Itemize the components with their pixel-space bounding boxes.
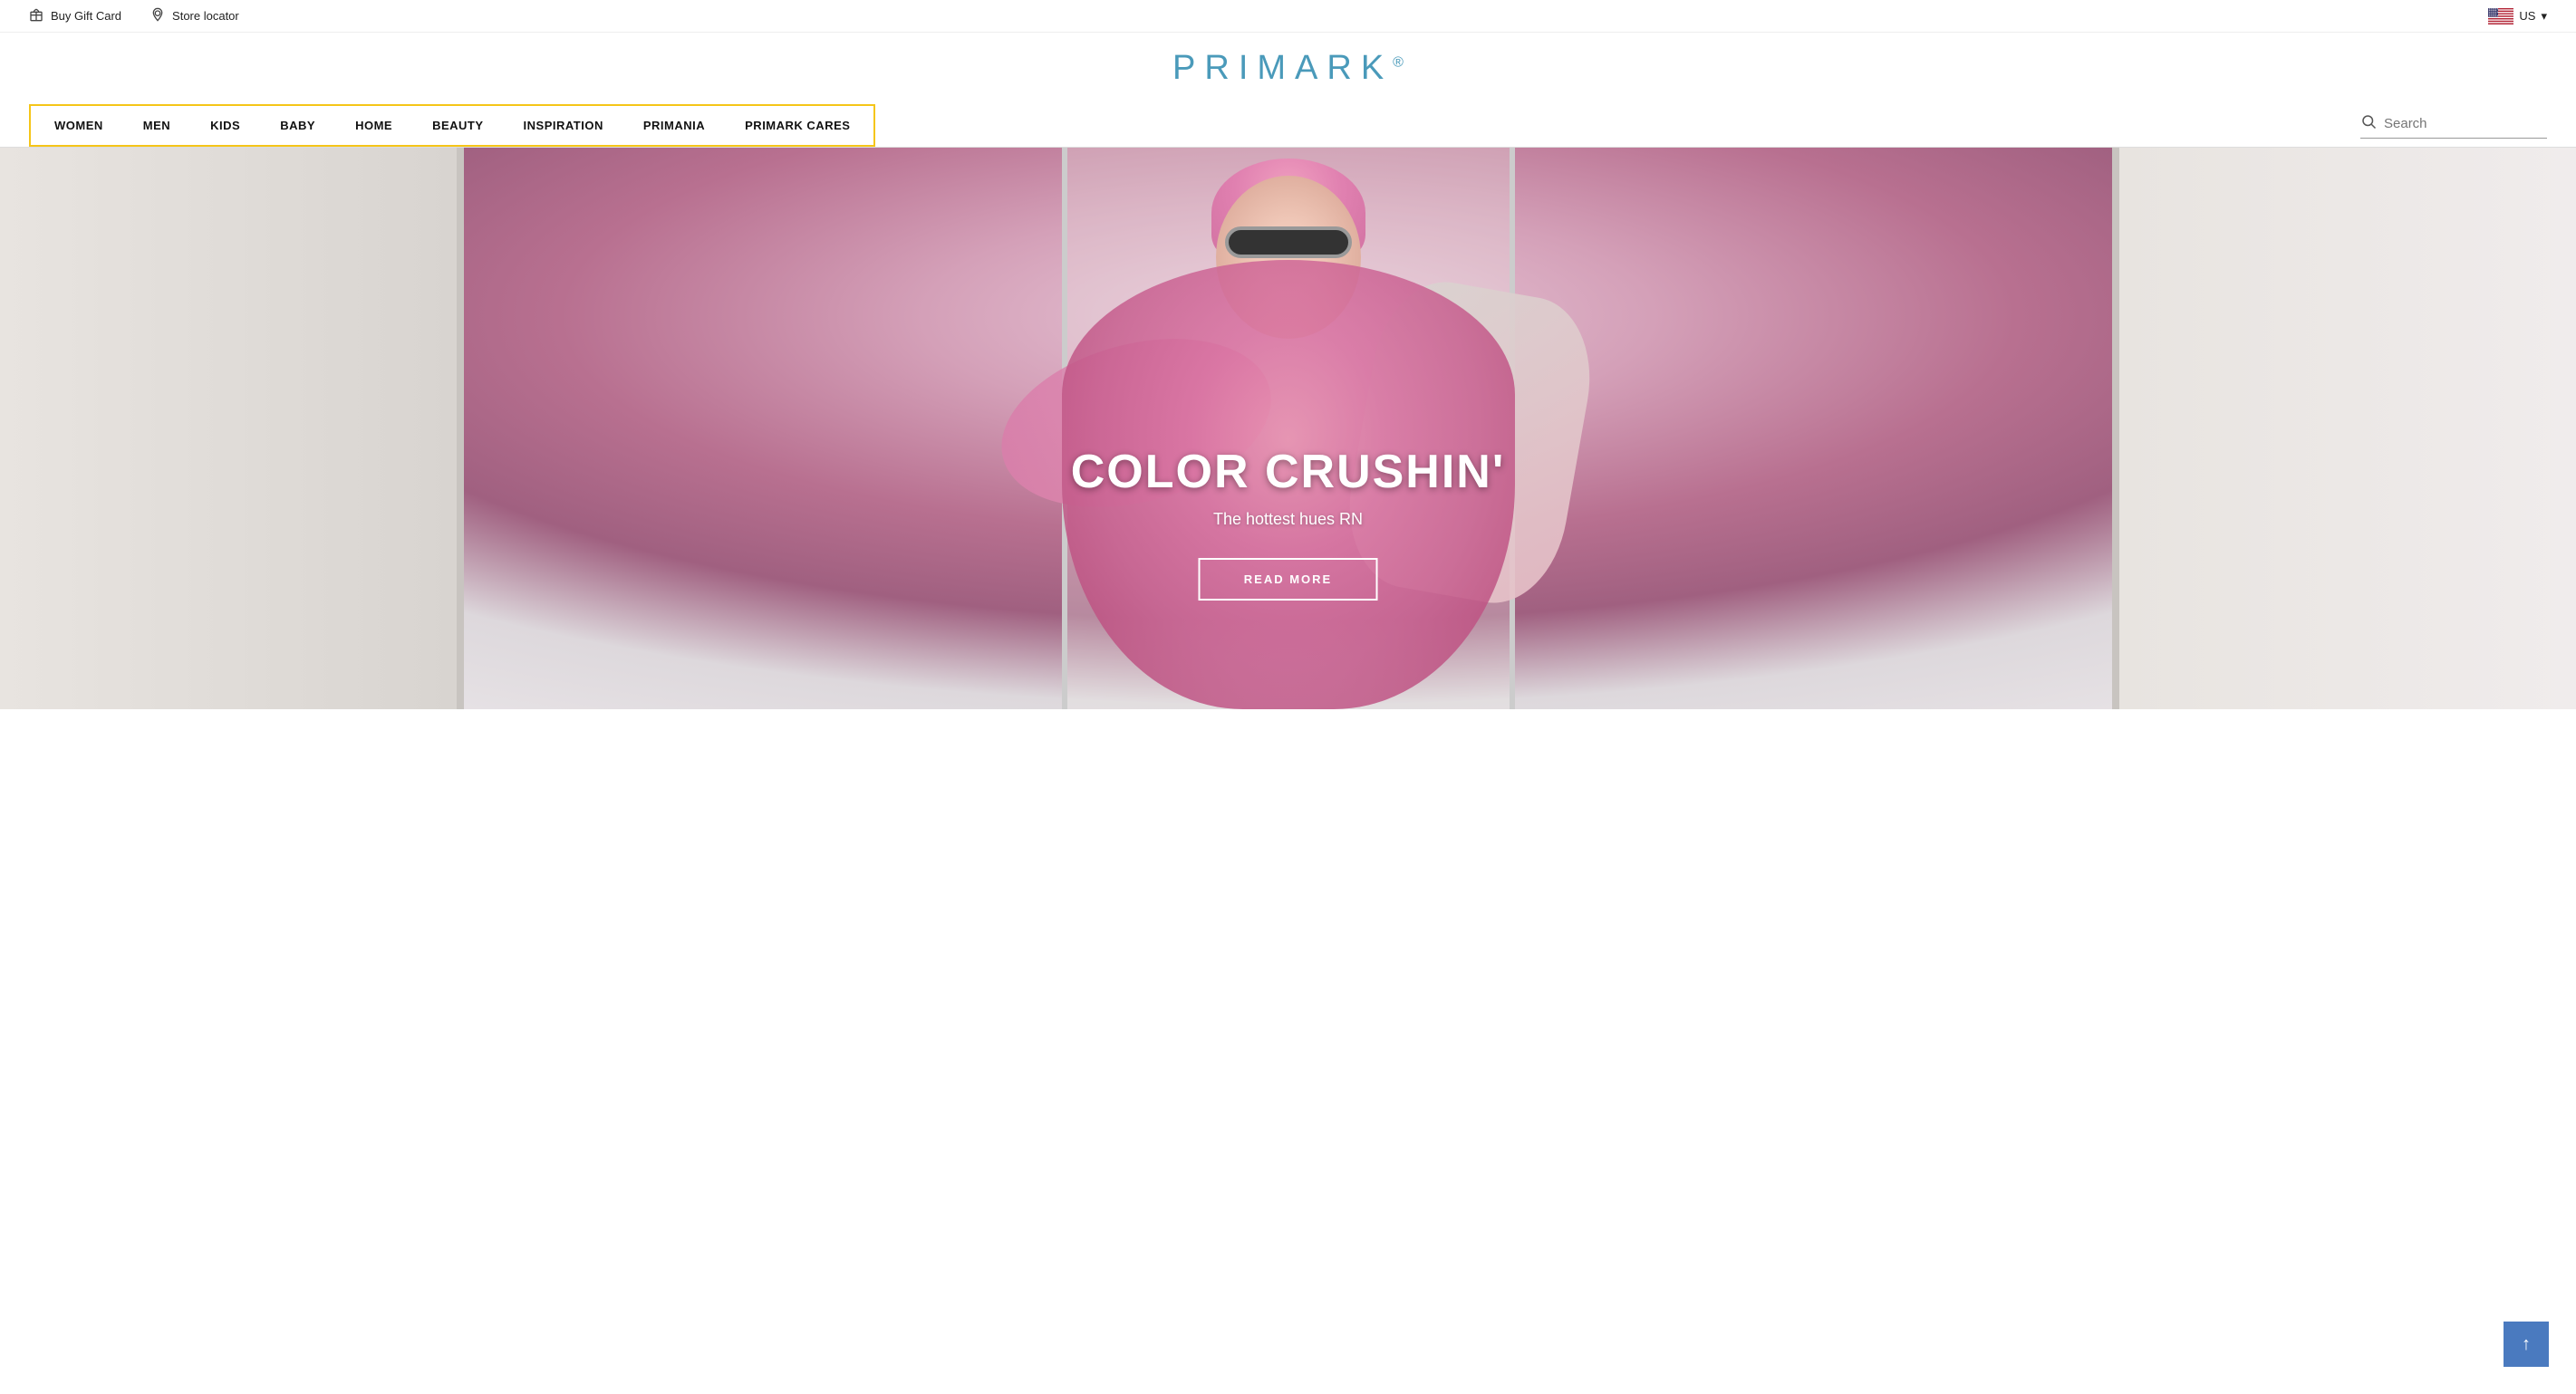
header: PRIMARK® — [0, 33, 2576, 104]
nav-item-primark-cares[interactable]: PRIMARK CARES — [725, 106, 870, 145]
svg-text:★★★★★★: ★★★★★★ — [2489, 8, 2499, 11]
chevron-down-icon: ▾ — [2541, 9, 2547, 24]
search-area[interactable] — [2360, 113, 2547, 139]
store-locator-label: Store locator — [172, 9, 239, 23]
scroll-top-arrow-icon: ↑ — [2522, 1334, 2531, 1355]
hero-title: COLOR CRUSHIN' — [0, 445, 2576, 499]
search-icon — [2360, 113, 2377, 134]
nav-item-women[interactable]: WOMEN — [34, 106, 123, 145]
hero-section: COLOR CRUSHIN' The hottest hues RN READ … — [0, 148, 2576, 709]
hero-door-right — [2112, 148, 2576, 709]
hero-content: COLOR CRUSHIN' The hottest hues RN READ … — [0, 445, 2576, 601]
nav-item-men[interactable]: MEN — [123, 106, 190, 145]
location-icon — [150, 7, 165, 24]
us-flag-icon: ★★★★★★ ★★★★★ ★★★★★★ ★★★★★ ★★★★★★ — [2488, 8, 2513, 24]
buy-gift-card-label: Buy Gift Card — [51, 9, 121, 23]
top-bar-left: Buy Gift Card Store locator — [29, 7, 239, 24]
logo-text: PRIMARK — [1172, 49, 1393, 87]
nav-item-beauty[interactable]: BEAUTY — [412, 106, 503, 145]
nav-item-inspiration[interactable]: INSPIRATION — [504, 106, 623, 145]
country-label: US — [2519, 9, 2535, 23]
nav-items-container: WOMEN MEN KIDS BABY HOME BEAUTY INSPIRAT… — [29, 104, 875, 147]
nav-item-baby[interactable]: BABY — [260, 106, 335, 145]
buy-gift-card-link[interactable]: Buy Gift Card — [29, 7, 121, 24]
top-bar: Buy Gift Card Store locator — [0, 0, 2576, 33]
nav-item-home[interactable]: HOME — [335, 106, 412, 145]
hero-cta-button[interactable]: READ MORE — [1199, 558, 1377, 601]
scroll-top-button[interactable]: ↑ — [2504, 1322, 2549, 1367]
gift-icon — [29, 7, 43, 24]
store-locator-link[interactable]: Store locator — [150, 7, 239, 24]
logo-symbol: ® — [1393, 54, 1404, 70]
nav-item-kids[interactable]: KIDS — [190, 106, 260, 145]
person-glasses — [1225, 226, 1352, 258]
site-logo[interactable]: PRIMARK® — [1172, 49, 1404, 88]
country-selector[interactable]: ★★★★★★ ★★★★★ ★★★★★★ ★★★★★ ★★★★★★ US ▾ — [2488, 8, 2547, 24]
nav-item-primania[interactable]: PRIMANIA — [623, 106, 725, 145]
hero-subtitle: The hottest hues RN — [0, 510, 2576, 529]
nav-bar: WOMEN MEN KIDS BABY HOME BEAUTY INSPIRAT… — [0, 104, 2576, 148]
hero-person — [926, 148, 1651, 709]
hero-door-left — [0, 148, 464, 709]
search-input[interactable] — [2384, 116, 2547, 131]
